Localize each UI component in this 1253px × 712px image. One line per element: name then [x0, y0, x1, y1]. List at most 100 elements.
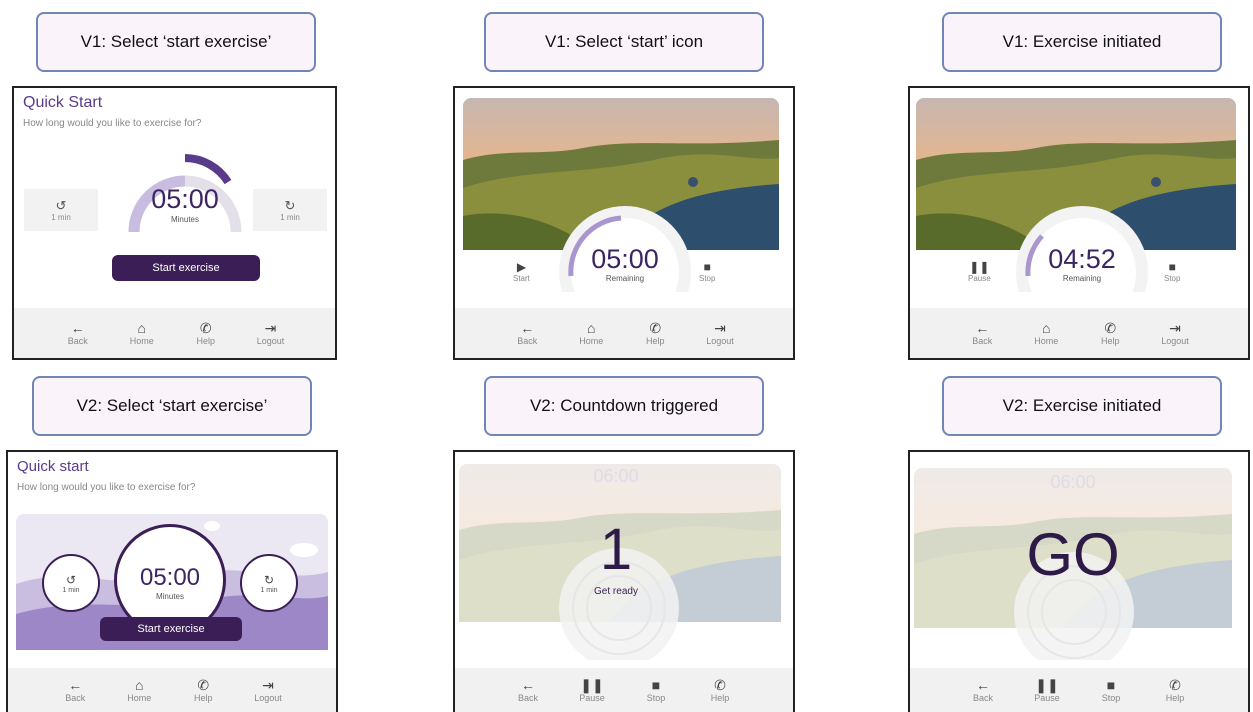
stop-icon: ■ — [1106, 677, 1116, 693]
caption-v2-exercise-initiated: V2: Exercise initiated — [942, 376, 1222, 436]
nav-stop[interactable]: ■ Stop — [643, 677, 669, 703]
increase-duration-button[interactable]: ↻ 1 min — [253, 189, 327, 231]
nav-logout[interactable]: ⇥ Logout — [1161, 320, 1189, 346]
stop-icon: ■ — [703, 260, 711, 274]
back-arrow-icon: ← — [975, 320, 990, 336]
phone-icon: ✆ — [1169, 677, 1181, 693]
back-arrow-icon: ← — [520, 320, 535, 336]
page-subtitle: How long would you like to exercise for? — [23, 118, 202, 129]
phone-icon: ✆ — [199, 320, 212, 336]
back-arrow-icon: ← — [68, 677, 83, 693]
nav-back[interactable]: ← Back — [969, 320, 995, 346]
bottom-nav: ← Back ⌂ Home ✆ Help ⇥ Logout — [8, 668, 336, 712]
nav-help[interactable]: ✆ Help — [707, 677, 733, 703]
logout-icon: ⇥ — [1169, 320, 1181, 336]
nav-back[interactable]: ← Back — [515, 677, 541, 703]
nav-logout[interactable]: ⇥ Logout — [257, 320, 285, 346]
nav-back[interactable]: ← Back — [970, 677, 996, 703]
play-icon: ▶ — [516, 260, 527, 274]
caption-v2-countdown-triggered: V2: Countdown triggered — [484, 376, 764, 436]
caption-v1-select-start-icon: V1: Select ‘start’ icon — [484, 12, 764, 72]
logout-icon: ⇥ — [264, 320, 277, 336]
nav-back[interactable]: ← Back — [514, 320, 540, 346]
nav-help[interactable]: ✆ Help — [193, 320, 219, 346]
nav-back[interactable]: ← Back — [65, 320, 91, 346]
decrease-label: 1 min — [51, 212, 71, 222]
v2-countdown-screen: 06:00 1 Get ready ← Back ❚❚ Pause ■ Stop ✆ H… — [453, 450, 795, 712]
phone-icon: ✆ — [1104, 320, 1117, 336]
start-exercise-button[interactable]: Start exercise — [100, 617, 242, 641]
nav-home[interactable]: ⌂ Home — [126, 677, 152, 703]
nav-home[interactable]: ⌂ Home — [1033, 320, 1059, 346]
countdown-number: 1 — [599, 517, 633, 582]
home-icon: ⌂ — [137, 320, 146, 336]
remaining-label: Remaining — [1062, 274, 1102, 283]
nav-stop[interactable]: ■ Stop — [1098, 677, 1124, 703]
duration-unit: Minutes — [170, 215, 199, 224]
stop-control[interactable]: ■ Stop — [1164, 260, 1180, 283]
nav-help[interactable]: ✆ Help — [642, 320, 668, 346]
nav-back[interactable]: ← Back — [62, 677, 88, 703]
decrease-duration-button[interactable]: ↺ 1 min — [24, 189, 98, 231]
nav-home[interactable]: ⌂ Home — [578, 320, 604, 346]
faded-time: 06:00 — [1050, 472, 1096, 492]
nav-help[interactable]: ✆ Help — [190, 677, 216, 703]
phone-icon: ✆ — [649, 320, 662, 336]
v2-quick-start-screen: Quick start How long would you like to e… — [6, 450, 338, 712]
pause-icon: ❚❚ — [1035, 677, 1059, 693]
bottom-nav: ← Back ⌂ Home ✆ Help ⇥ Logout — [14, 308, 335, 358]
duration-unit: Minutes — [155, 592, 184, 601]
phone-icon: ✆ — [197, 677, 210, 693]
remaining-time: 04:52 — [1048, 244, 1116, 274]
v1-quick-start-screen: Quick Start How long would you like to e… — [12, 86, 337, 360]
phone-icon: ✆ — [714, 677, 726, 693]
v1-exercise-running-screen: 04:52 Remaining ❚❚ Pause ■ Stop ← Back ⌂ Hom… — [908, 86, 1250, 360]
faded-time: 06:00 — [593, 466, 639, 486]
v1-exercise-ready-screen: 05:00 Remaining ▶ Start ■ Stop ← Back ⌂ Home… — [453, 86, 795, 360]
v2-go-screen: 06:00 GO ← Back ❚❚ Pause ■ Stop ✆ Help — [908, 450, 1250, 712]
undo-icon: ↺ — [55, 197, 67, 213]
stop-icon: ■ — [651, 677, 661, 693]
stop-control[interactable]: ■ Stop — [699, 260, 715, 283]
bottom-nav: ← Back ❚❚ Pause ■ Stop ✆ Help — [455, 668, 793, 712]
caption-v1-select-start-exercise: V1: Select ‘start exercise’ — [36, 12, 316, 72]
back-arrow-icon: ← — [976, 677, 990, 693]
increase-label: 1 min — [280, 212, 300, 222]
back-arrow-icon: ← — [70, 320, 85, 336]
page-title: Quick start — [17, 458, 89, 475]
pause-icon: ❚❚ — [969, 260, 990, 274]
page-subtitle: How long would you like to exercise for? — [17, 482, 196, 493]
duration-time: 05:00 — [139, 564, 201, 591]
go-label: GO — [1026, 521, 1120, 588]
home-icon: ⌂ — [135, 677, 144, 693]
nav-logout[interactable]: ⇥ Logout — [706, 320, 734, 346]
pause-icon: ❚❚ — [580, 677, 604, 693]
back-arrow-icon: ← — [521, 677, 535, 693]
nav-help[interactable]: ✆ Help — [1097, 320, 1123, 346]
pause-control[interactable]: ❚❚ Pause — [968, 260, 991, 283]
nav-pause[interactable]: ❚❚ Pause — [1034, 677, 1060, 703]
bottom-nav: ← Back ⌂ Home ✆ Help ⇥ Logout — [910, 308, 1248, 358]
nav-home[interactable]: ⌂ Home — [129, 320, 155, 346]
caption-v2-select-start-exercise: V2: Select ‘start exercise’ — [32, 376, 312, 436]
bottom-nav: ← Back ⌂ Home ✆ Help ⇥ Logout — [455, 308, 793, 358]
redo-icon: ↻ — [284, 197, 296, 213]
remaining-time: 05:00 — [591, 244, 659, 274]
undo-icon: ↺ — [65, 572, 77, 587]
remaining-label: Remaining — [605, 274, 645, 283]
home-icon: ⌂ — [587, 320, 596, 336]
start-control[interactable]: ▶ Start — [513, 260, 530, 283]
nav-pause[interactable]: ❚❚ Pause — [579, 677, 605, 703]
redo-icon: ↻ — [263, 572, 275, 587]
start-exercise-button[interactable]: Start exercise — [112, 255, 260, 281]
decrease-duration-button[interactable]: ↺ 1 min — [42, 554, 100, 612]
page-title: Quick Start — [23, 94, 103, 111]
get-ready-label: Get ready — [594, 586, 638, 597]
caption-v1-exercise-initiated: V1: Exercise initiated — [942, 12, 1222, 72]
nav-help[interactable]: ✆ Help — [1162, 677, 1188, 703]
logout-icon: ⇥ — [714, 320, 726, 336]
nav-logout[interactable]: ⇥ Logout — [254, 677, 282, 703]
duration-time: 05:00 — [151, 184, 219, 214]
logout-icon: ⇥ — [262, 677, 274, 693]
increase-duration-button[interactable]: ↻ 1 min — [240, 554, 298, 612]
